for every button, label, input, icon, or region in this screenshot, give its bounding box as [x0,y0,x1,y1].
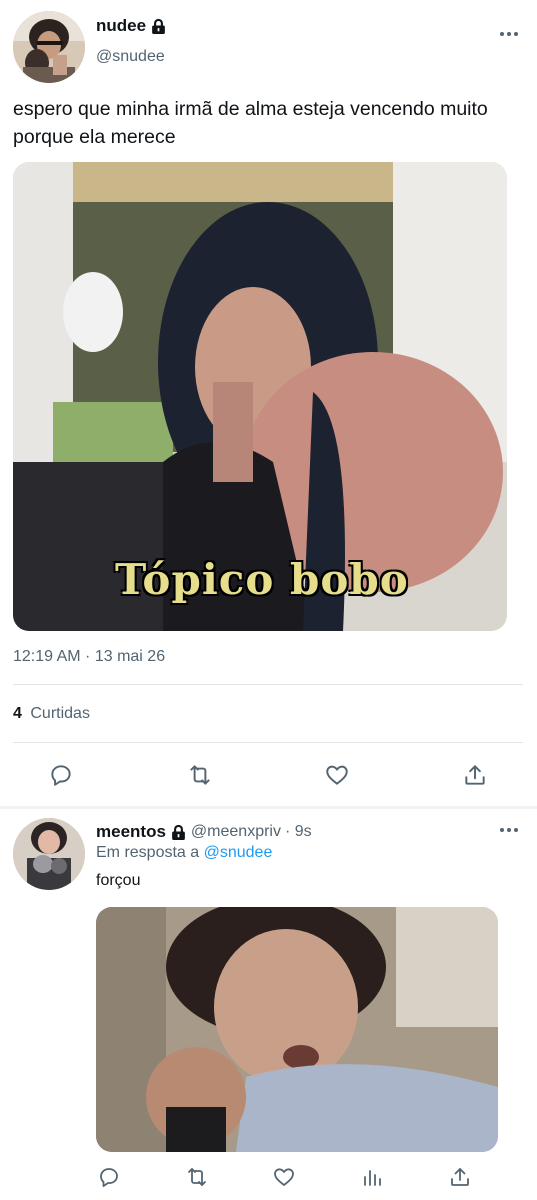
tweet-image[interactable]: Tópico bobo [13,162,507,631]
reply-text: forçou [96,872,141,889]
analytics-icon[interactable] [355,1160,389,1194]
reply-time[interactable]: · 9s [285,823,312,841]
retweet-icon[interactable] [183,758,217,792]
divider [13,684,523,685]
reply-avatar-image [13,818,85,890]
likes-label: Curtidas [30,705,90,722]
retweet-icon[interactable] [180,1160,214,1194]
reply-prefix: Em resposta a [96,844,200,861]
reply-handle[interactable]: @meenxpriv [191,823,281,841]
tweet-text: espero que minha irmã de alma esteja ven… [13,98,488,148]
lock-icon [150,18,167,35]
heart-icon[interactable] [320,758,354,792]
heart-icon[interactable] [267,1160,301,1194]
divider [13,742,523,743]
share-icon[interactable] [443,1160,477,1194]
section-separator [0,806,537,809]
handle[interactable]: @snudee [96,48,165,66]
likes-count: 4 [13,705,22,722]
reply-header: meentos @meenxpriv · 9s [96,822,312,842]
reply-avatar[interactable] [13,818,85,890]
reply-to-link[interactable]: @snudee [204,844,273,861]
more-icon[interactable] [500,828,518,832]
reply-image[interactable] [96,907,498,1152]
reply-icon[interactable] [92,1160,126,1194]
likes-stat[interactable]: 4 Curtidas [13,705,90,723]
display-name[interactable]: nudee [96,16,146,36]
reply-display-name[interactable]: meentos [96,822,166,842]
timestamp[interactable]: 12:19 AM · 13 mai 26 [13,648,165,666]
reply-context: Em resposta a @snudee [96,844,272,862]
tweet-header: nudee [96,16,167,36]
lock-icon [170,824,187,841]
share-icon[interactable] [458,758,492,792]
image-caption: Tópico bobo [115,555,409,604]
avatar[interactable] [13,11,85,83]
more-icon[interactable] [500,32,518,36]
reply-image-picture [96,907,498,1152]
reply-icon[interactable] [44,758,78,792]
avatar-image [13,11,85,83]
